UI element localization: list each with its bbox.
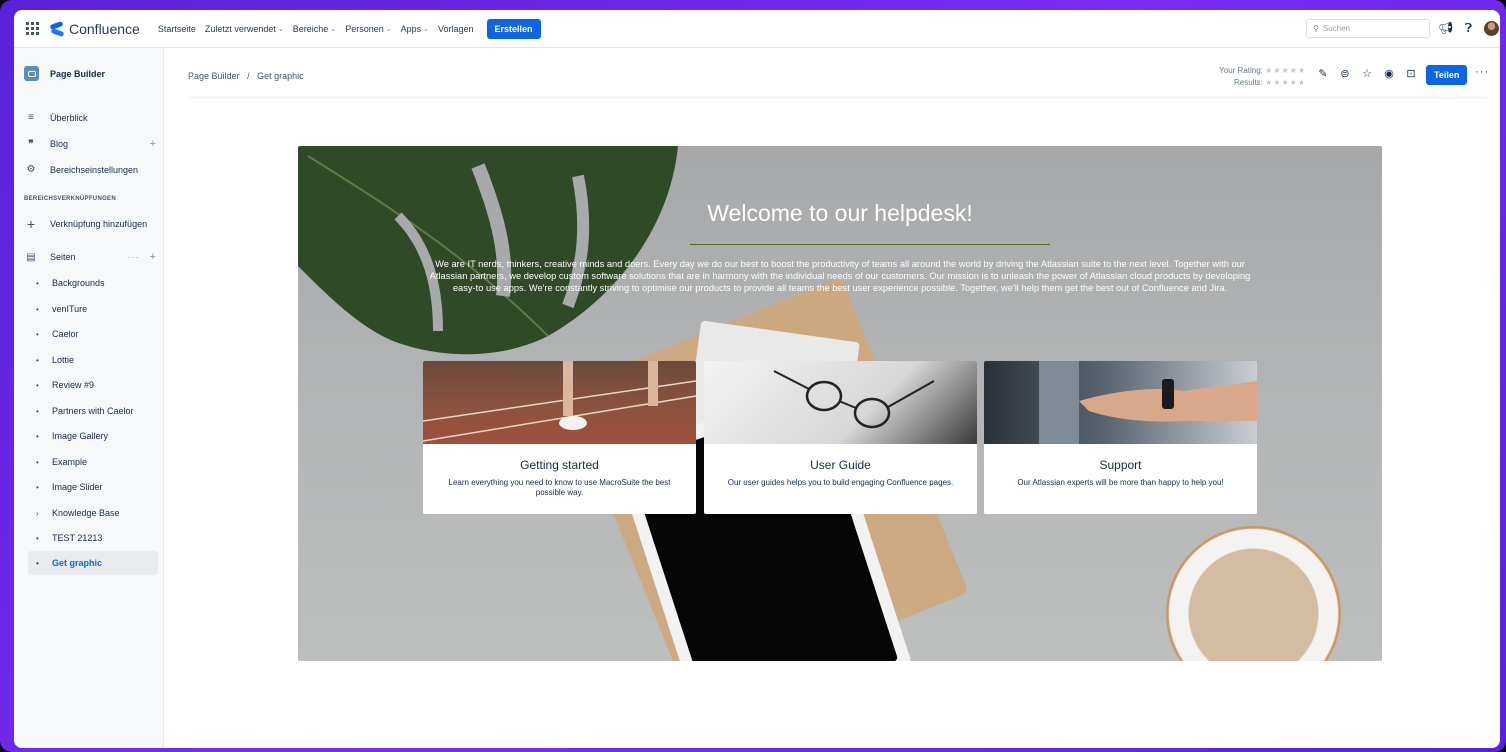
overview-icon: ≡ — [28, 112, 34, 123]
nav-item-apps[interactable]: Apps ⌄ — [401, 24, 429, 34]
plus-icon: + — [26, 216, 36, 232]
divider — [188, 97, 1488, 98]
top-navigation: Confluence Startseite Zuletzt verwendet ⌄… — [14, 10, 1500, 48]
chevron-down-icon: ⌄ — [385, 25, 392, 33]
confluence-logo[interactable]: Confluence — [50, 21, 140, 37]
edit-icon[interactable]: ✎ — [1316, 67, 1330, 80]
chevron-down-icon: ⌄ — [423, 25, 429, 33]
page-tree-item[interactable]: • venITure — [28, 297, 158, 321]
nav-item-startseite[interactable]: Startseite — [158, 24, 196, 34]
card-description: Learn everything you need to know to use… — [448, 478, 671, 497]
sidebar: Page Builder ≡ Überblick ❞ Blog + ⚙ Bere… — [14, 48, 164, 748]
breadcrumb-space[interactable]: Page Builder — [188, 71, 240, 81]
breadcrumb: Page Builder / Get graphic — [188, 71, 304, 81]
top-icons: 📢︎ ❓︎ — [1438, 21, 1499, 36]
hero-title: Welcome to our helpdesk! — [707, 200, 973, 226]
hero-banner: Welcome to our helpdesk! We are IT nerds… — [298, 146, 1382, 661]
glasses-image — [704, 361, 977, 444]
avatar[interactable] — [1484, 21, 1499, 36]
card-description: Our user guides helps you to build engag… — [727, 478, 954, 487]
page-tree-item[interactable]: • Lottie — [28, 348, 158, 372]
sidebar-item-blog[interactable]: ❞ Blog + — [24, 138, 156, 150]
laptop-hands-image — [984, 361, 1257, 444]
card-title: Support — [1099, 458, 1142, 472]
quote-icon: ❞ — [28, 138, 34, 150]
page-tree-item[interactable]: • Example — [28, 450, 158, 474]
more-actions-icon[interactable]: ··· — [1475, 66, 1489, 78]
rating-block: Your Rating: ★★★★★ Results: ★★★★★ — [1184, 65, 1306, 89]
page-tree-item[interactable]: • Review #9 — [28, 373, 158, 397]
your-rating-stars[interactable]: ★★★★★ — [1265, 66, 1306, 75]
results-label: Results: — [1234, 78, 1263, 87]
app-switcher-icon[interactable] — [26, 21, 40, 36]
your-rating-label: Your Rating: — [1219, 66, 1263, 75]
app-name: Confluence — [69, 20, 140, 37]
add-page-icon[interactable]: + — [150, 251, 156, 263]
watch-icon[interactable]: ◉ — [1382, 67, 1396, 80]
add-blog-icon[interactable]: + — [150, 138, 156, 150]
section-label-shortcuts: BEREICHSVERKNÜPFUNGEN — [24, 196, 116, 202]
space-name: Page Builder — [50, 68, 106, 79]
search-placeholder: Suchen — [1322, 24, 1350, 33]
chevron-down-icon: ⌄ — [330, 25, 337, 33]
card-support[interactable]: Support Our Atlassian experts will be mo… — [984, 361, 1257, 514]
card-description: Our Atlassian experts will be more than … — [1017, 478, 1224, 487]
coffee-cup-image — [1166, 526, 1341, 661]
comment-icon[interactable]: ⊜ — [1338, 67, 1352, 80]
nav-item-spaces[interactable]: Bereiche ⌄ — [293, 24, 336, 34]
leaf-image — [298, 146, 678, 355]
confluence-logo-icon — [50, 23, 64, 35]
card-title: User Guide — [810, 458, 871, 472]
add-shortcut-button[interactable]: + Verknüpfung hinzufügen — [24, 216, 156, 232]
create-button[interactable]: Erstellen — [486, 18, 541, 39]
confluence-window: Confluence Startseite Zuletzt verwendet ⌄… — [14, 10, 1500, 748]
page-tree-item[interactable]: • TEST 21213 — [28, 526, 158, 550]
chevron-down-icon: ⌄ — [277, 25, 284, 33]
page-tree-item[interactable]: • Caelor — [28, 322, 158, 346]
card-title: Getting started — [520, 458, 599, 472]
pages-more-icon[interactable]: ··· — [128, 252, 140, 262]
page-tree-item-active[interactable]: • Get graphic — [28, 551, 158, 575]
nav-item-people[interactable]: Personen ⌄ — [345, 24, 391, 34]
hero-divider — [690, 244, 1050, 245]
page-tree-item-knowledge-base[interactable]: › Knowledge Base — [28, 501, 158, 525]
card-user-guide[interactable]: User Guide Our user guides helps you to … — [704, 361, 977, 514]
star-icon[interactable]: ☆ — [1360, 67, 1374, 80]
page-action-icons: ✎ ⊜ ☆ ◉ ⊡ — [1316, 67, 1418, 80]
running-track-image — [423, 361, 696, 444]
nav-item-templates[interactable]: Vorlagen — [438, 24, 474, 34]
search-input[interactable]: ⚲ Suchen — [1306, 19, 1430, 38]
gear-icon: ⚙ — [26, 164, 36, 175]
space-header[interactable]: Page Builder — [24, 66, 105, 81]
sidebar-item-settings[interactable]: ⚙ Bereichseinstellungen — [24, 164, 156, 175]
pages-icon: ▤ — [26, 251, 36, 263]
restriction-icon[interactable]: ⊡ — [1404, 67, 1418, 80]
page-tree-item[interactable]: • Image Slider — [28, 475, 158, 499]
chevron-right-icon[interactable]: › — [36, 509, 44, 518]
hero-text: We are IT nerds, thinkers, creative mind… — [429, 259, 1251, 293]
page-tree-item[interactable]: • Backgrounds — [28, 271, 158, 295]
card-getting-started[interactable]: Getting started Learn everything you nee… — [423, 361, 696, 514]
page-tree-item[interactable]: • Image Gallery — [28, 424, 158, 448]
help-icon[interactable]: ❓︎ — [1461, 21, 1476, 36]
search-icon: ⚲ — [1313, 24, 1319, 33]
sidebar-item-overview[interactable]: ≡ Überblick — [24, 112, 156, 123]
sidebar-item-pages[interactable]: ▤ Seiten ··· + — [24, 251, 156, 263]
notification-icon[interactable]: 📢︎ — [1438, 21, 1453, 36]
nav-item-recent[interactable]: Zuletzt verwendet ⌄ — [205, 24, 284, 34]
page-tree-item[interactable]: • Partners with Caelor — [28, 399, 158, 423]
breadcrumb-page[interactable]: Get graphic — [257, 71, 304, 81]
results-stars: ★★★★★ — [1265, 78, 1306, 87]
space-icon — [24, 66, 39, 81]
share-button[interactable]: Teilen — [1426, 65, 1468, 85]
